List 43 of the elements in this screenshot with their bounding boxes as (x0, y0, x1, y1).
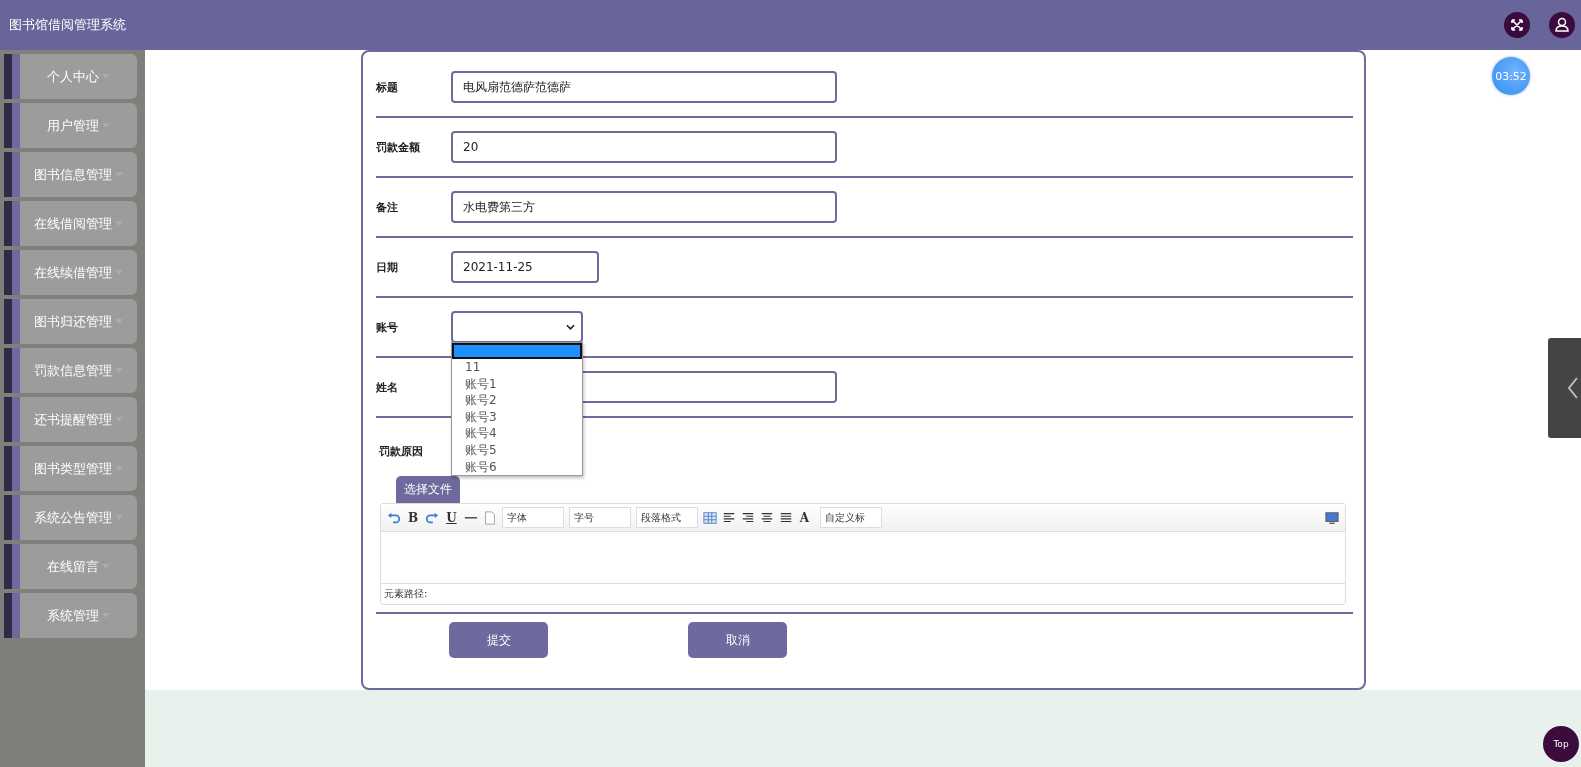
chevron-down-icon (566, 324, 575, 330)
redo-icon[interactable] (425, 510, 440, 525)
toolbar-dropdown[interactable]: 段落格式 (635, 507, 698, 528)
toolbar-dropdown[interactable]: 字体 (501, 507, 564, 528)
input-field[interactable]: 20 (451, 131, 837, 163)
bold-button[interactable]: B (406, 510, 421, 525)
cancel-button[interactable]: 取消 (688, 622, 787, 658)
underline-button[interactable]: U (444, 510, 459, 525)
dropdown-option[interactable]: 账号4 (452, 425, 582, 442)
field-label: 罚款金额 (376, 139, 421, 155)
undo-icon[interactable] (387, 510, 401, 525)
dropdown-option[interactable]: 账号1 (452, 375, 582, 393)
dropdown-option[interactable]: 账号3 (452, 408, 582, 426)
align-left-icon[interactable] (721, 510, 736, 525)
dropdown-option[interactable]: 账号6 (452, 458, 582, 476)
dropdown-option[interactable]: 账号5 (452, 441, 582, 459)
field-label: 罚款原因 (379, 444, 424, 459)
input-field[interactable]: 水电费第三方 (451, 191, 837, 223)
dropdown-option[interactable]: 11 (452, 359, 582, 376)
element-path-label: 元素路径: (384, 587, 428, 601)
align-right-icon[interactable] (740, 510, 755, 525)
field-label: 日期 (376, 259, 399, 275)
select-field[interactable] (451, 311, 583, 343)
user-icon[interactable] (1549, 12, 1575, 38)
font-color-button[interactable]: A (797, 510, 815, 525)
chevron-left-icon (1567, 376, 1579, 400)
dropdown-option[interactable]: 账号2 (452, 392, 582, 409)
fullscreen-icon[interactable] (1504, 12, 1530, 38)
field-label: 姓名 (376, 379, 399, 395)
input-field[interactable]: 电风扇范德萨范德萨 (451, 71, 837, 103)
app-title: 图书馆借阅管理系统 (9, 16, 126, 34)
justify-icon[interactable] (778, 510, 793, 525)
submit-button[interactable]: 提交 (449, 622, 548, 658)
monitor-icon[interactable] (1325, 510, 1339, 525)
align-center-icon[interactable] (759, 510, 774, 525)
field-label: 标题 (376, 79, 399, 95)
toolbar-dropdown[interactable]: 字号 (568, 507, 631, 528)
toolbar-dropdown[interactable]: 自定义标 (819, 507, 882, 528)
field-label: 账号 (376, 319, 399, 335)
date-field[interactable]: 2021-11-25 (451, 251, 599, 283)
choose-file-button[interactable]: 选择文件 (396, 476, 460, 503)
field-label: 备注 (376, 199, 399, 215)
dropdown-option[interactable] (452, 343, 582, 359)
